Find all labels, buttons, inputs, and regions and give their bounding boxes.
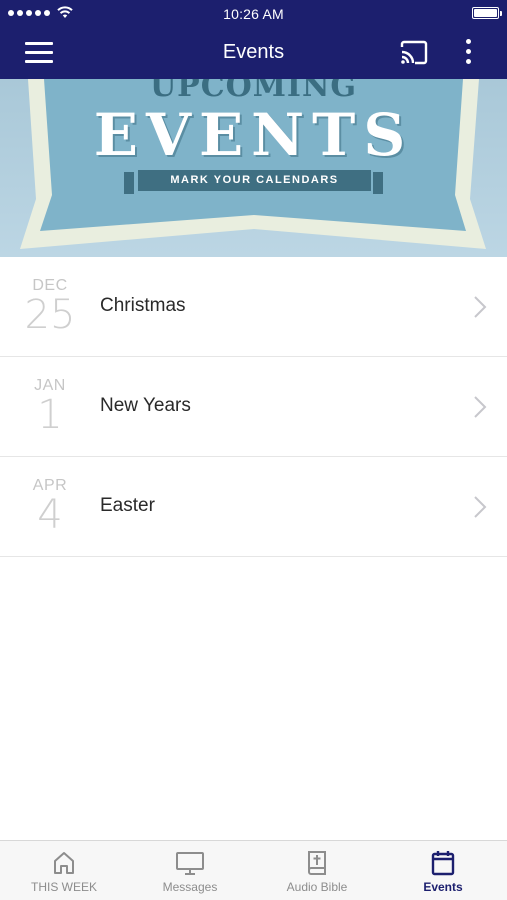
banner-title: EVENTS xyxy=(93,101,414,169)
tab-label: Audio Bible xyxy=(286,880,348,894)
more-vertical-icon[interactable] xyxy=(460,39,476,67)
event-row-christmas[interactable]: DEC 25 Christmas xyxy=(0,257,507,357)
event-date: DEC 25 xyxy=(18,277,82,335)
status-time: 10:26 AM xyxy=(223,6,284,22)
tab-messages[interactable]: Messages xyxy=(127,841,253,900)
page-title: Events xyxy=(222,41,285,63)
battery-icon xyxy=(472,7,502,19)
monitor-icon xyxy=(176,852,204,875)
chevron-right-icon xyxy=(474,396,487,418)
tab-audio-bible[interactable]: Audio Bible xyxy=(254,841,380,900)
tab-bar: THIS WEEK Messages Audio Bible Events xyxy=(0,840,507,900)
home-icon xyxy=(54,852,74,874)
event-day: 25 xyxy=(24,292,76,338)
event-name: Easter xyxy=(100,495,155,516)
event-date: JAN 1 xyxy=(18,377,82,435)
events-banner-image: UPCOMING EVENTS MARK YOUR CALENDARS xyxy=(0,79,507,257)
event-name: Christmas xyxy=(100,295,186,316)
status-bar: 10:26 AM xyxy=(0,0,507,27)
tab-events[interactable]: Events xyxy=(380,841,506,900)
tab-label: Messages xyxy=(162,880,218,894)
chevron-right-icon xyxy=(474,496,487,518)
event-day: 1 xyxy=(37,392,63,438)
chevron-right-icon xyxy=(474,296,487,318)
event-list: DEC 25 Christmas JAN 1 New Years APR 4 E… xyxy=(0,257,507,557)
event-date: APR 4 xyxy=(18,477,82,535)
calendar-icon xyxy=(431,851,455,876)
tab-label: Events xyxy=(423,880,463,894)
banner-subtitle: MARK YOUR CALENDARS xyxy=(138,170,371,191)
cast-icon[interactable] xyxy=(399,39,429,67)
event-name: New Years xyxy=(100,395,191,416)
bible-icon xyxy=(308,851,326,875)
navigation-bar: Events xyxy=(0,27,507,79)
tab-this-week[interactable]: THIS WEEK xyxy=(1,841,127,900)
event-row-new-years[interactable]: JAN 1 New Years xyxy=(0,357,507,457)
event-row-easter[interactable]: APR 4 Easter xyxy=(0,457,507,557)
tab-label: THIS WEEK xyxy=(30,880,97,894)
event-day: 4 xyxy=(37,492,63,538)
